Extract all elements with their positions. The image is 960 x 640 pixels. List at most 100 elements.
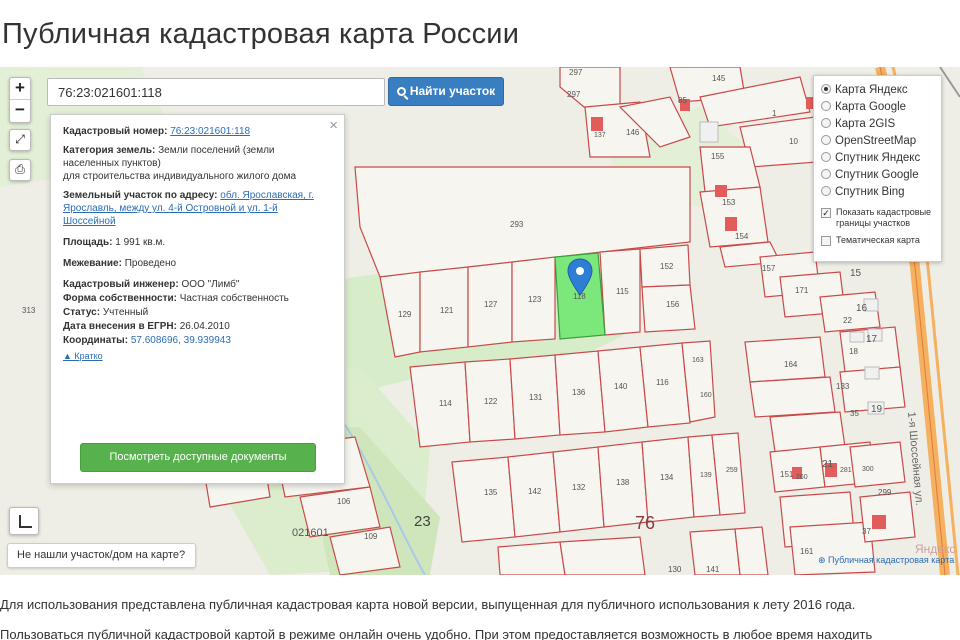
layer-option[interactable]: Карта 2GIS	[821, 116, 934, 133]
find-parcel-button[interactable]: Найти участок	[388, 77, 504, 106]
cadastral-search-input[interactable]	[47, 78, 385, 106]
parcel	[749, 376, 836, 418]
map-credit-link[interactable]: ⊕ Публичная кадастровая карта	[818, 555, 954, 566]
parcel-number: 115	[616, 287, 629, 296]
parcel-number: 299	[878, 488, 892, 497]
close-icon[interactable]: ×	[329, 118, 338, 133]
checkbox-checked[interactable]: ✓	[821, 208, 831, 218]
parcel-number: 134	[660, 473, 674, 482]
district-label: 23	[414, 513, 431, 530]
layer-option[interactable]: Карта Яндекс	[821, 82, 934, 99]
cad-number-link[interactable]: 76:23:021601:118	[170, 126, 250, 137]
category-label: Категория земель:	[63, 145, 156, 156]
layer-option[interactable]: Спутник Bing	[821, 184, 934, 201]
layer-option[interactable]: Спутник Google	[821, 167, 934, 184]
parcel-number: 139	[700, 472, 712, 479]
building	[699, 121, 719, 143]
credit-label: Публичная кадастровая карта	[828, 555, 955, 565]
building	[715, 185, 727, 197]
parcel-number: 85	[678, 96, 687, 105]
building	[725, 217, 737, 231]
radio-button[interactable]	[821, 84, 831, 94]
parcel-number: 154	[735, 232, 749, 241]
parcel-number: 140	[614, 382, 628, 391]
status-value: Учтенный	[102, 307, 149, 318]
page-title: Публичная кадастровая карта России	[2, 18, 520, 50]
show-borders-label: Показать кадастровые границы участков	[836, 207, 932, 228]
parcel-number: 131	[529, 393, 543, 402]
parcel-number: 127	[484, 300, 498, 309]
parcel-number: 118	[573, 292, 586, 301]
view-documents-button[interactable]: Посмотреть доступные документы	[80, 443, 316, 472]
parcel-number: 141	[706, 565, 720, 574]
parcel-number: 17	[866, 334, 878, 345]
survey-label: Межевание:	[63, 258, 122, 269]
show-borders-option[interactable]: ✓ Показать кадастровые границы участков	[821, 207, 934, 229]
egrn-date-value: 26.04.2010	[179, 321, 230, 332]
zoom-in-button[interactable]: +	[10, 78, 30, 100]
building	[864, 366, 880, 380]
parcel-number: 160	[700, 392, 712, 399]
parcel	[849, 441, 906, 488]
parcel-number: 281	[840, 467, 852, 474]
not-found-button[interactable]: Не нашли участок/дом на карте?	[7, 543, 196, 568]
layer-option[interactable]: OpenStreetMap	[821, 133, 934, 150]
ownership-value: Частная собственность	[179, 293, 289, 304]
parcel	[819, 291, 881, 333]
parcel	[559, 536, 646, 575]
radio-button[interactable]	[821, 186, 831, 196]
parcel-info-popup: × Кадастровый номер: 76:23:021601:118 Ка…	[50, 114, 345, 484]
intro-paragraph: Для использования представлена публичная…	[0, 597, 856, 612]
fullscreen-icon[interactable]: ⤢	[9, 129, 31, 151]
zoom-out-button[interactable]: −	[10, 100, 30, 122]
building	[591, 117, 603, 131]
coordinates-label: Координаты:	[63, 335, 129, 346]
radio-button[interactable]	[821, 118, 831, 128]
parcel-number: 22	[843, 316, 852, 325]
layer-option-label: Спутник Google	[835, 169, 919, 181]
engineer-label: Кадастровый инженер:	[63, 279, 179, 290]
radio-button[interactable]	[821, 101, 831, 111]
layer-option[interactable]: Спутник Яндекс	[821, 150, 934, 167]
parcel-number: 136	[572, 388, 586, 397]
parcel-number: 35	[850, 409, 859, 418]
parcel-number: 123	[528, 295, 542, 304]
status-label: Статус:	[63, 307, 101, 318]
parcel-number: 259	[726, 467, 738, 474]
coordinates-value[interactable]: 57.608696, 39.939943	[131, 335, 231, 346]
address-label: Земельный участок по адресу:	[63, 190, 218, 201]
collapse-link[interactable]: ▲ Кратко	[63, 350, 103, 363]
layer-list: Карта Яндекс Карта Google Карта 2GIS OpenSt…	[821, 82, 934, 201]
parcel-number: 15	[850, 268, 862, 279]
ruler-icon[interactable]	[9, 507, 39, 535]
layer-option-label: Карта Google	[835, 101, 907, 113]
parcel	[497, 541, 566, 575]
radio-button[interactable]	[821, 152, 831, 162]
layer-option-label: Карта Яндекс	[835, 84, 908, 96]
checkbox[interactable]	[821, 236, 831, 246]
parcel-number: 133	[836, 382, 850, 391]
radio-button[interactable]	[821, 169, 831, 179]
area-label: Площадь:	[63, 237, 113, 248]
search-icon	[396, 87, 406, 96]
parcel-number: 260	[796, 474, 808, 481]
layer-option-label: Карта 2GIS	[835, 118, 896, 130]
print-icon[interactable]: ⎙	[9, 159, 31, 181]
thematic-map-option[interactable]: Тематическая карта	[821, 235, 934, 246]
parcel-number: 10	[789, 137, 798, 146]
parcel-number: 171	[795, 286, 809, 295]
parcel-number: 18	[849, 347, 858, 356]
parcel-number: 142	[528, 487, 542, 496]
cadastral-map[interactable]: 297 297 137 146 145 85 1 10 155 153 154 …	[0, 67, 960, 575]
layer-option[interactable]: Карта Google	[821, 99, 934, 116]
parcel-number: 157	[762, 264, 776, 273]
parcel-number: 16	[856, 303, 868, 314]
parcel-number: 146	[626, 128, 640, 137]
parcel-number: 37	[862, 527, 871, 536]
parcel-number: 155	[711, 152, 725, 161]
map-layers-panel: Карта Яндекс Карта Google Карта 2GIS OpenSt…	[813, 75, 942, 262]
parcel-number: 156	[666, 300, 680, 309]
radio-button[interactable]	[821, 135, 831, 145]
zoom-control: + −	[9, 77, 31, 123]
find-parcel-label: Найти участок	[409, 84, 496, 98]
